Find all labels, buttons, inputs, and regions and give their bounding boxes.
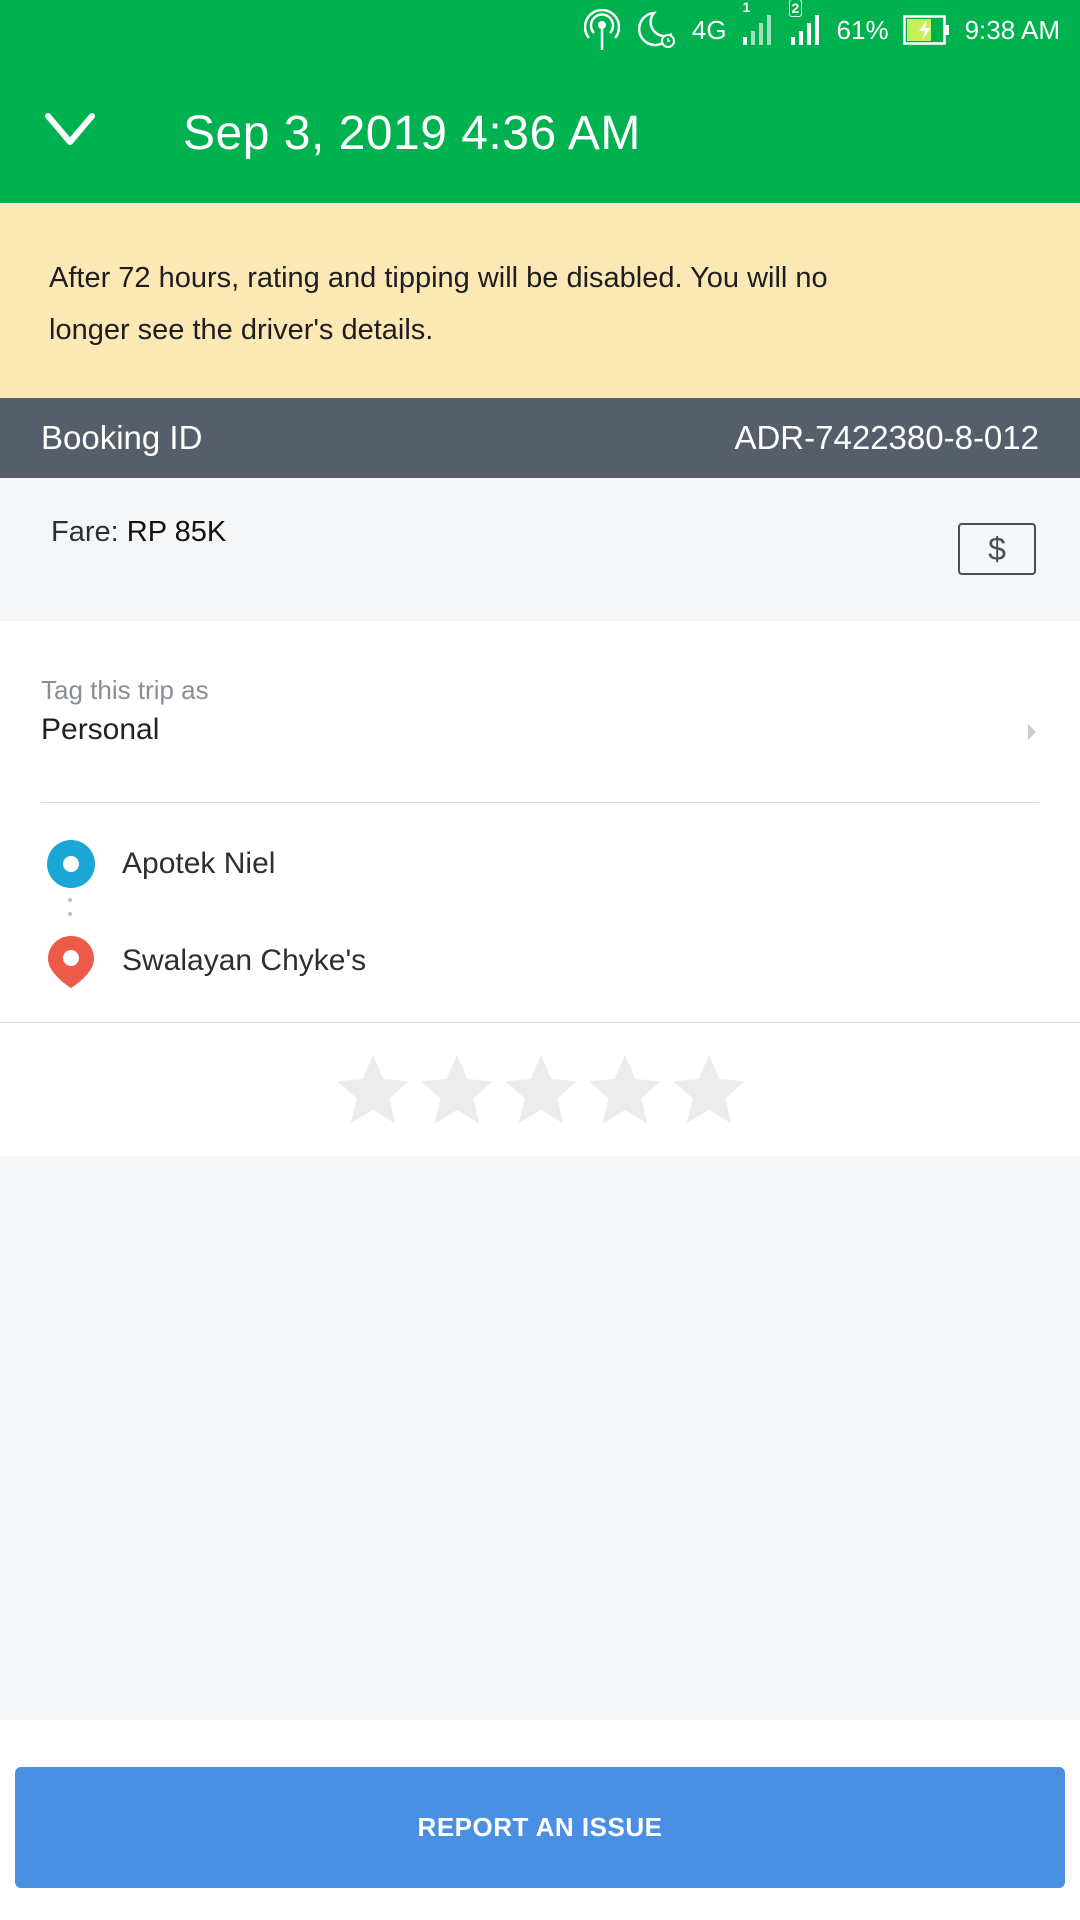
booking-id-value: ADR-7422380-8-012 <box>734 419 1039 456</box>
caret-right-icon <box>1028 724 1036 740</box>
rating-expiry-banner: After 72 hours, rating and tipping will … <box>0 204 1080 398</box>
tag-caption: Tag this trip as <box>41 675 209 705</box>
dropoff-location: Swalayan Chyke's <box>122 944 367 977</box>
dropoff-pin-icon <box>48 936 94 988</box>
chevron-down-icon <box>45 113 95 145</box>
signal-sim1-icon: 1 <box>741 0 775 47</box>
status-bar: 4G 1 2 61% 9:38 AM <box>583 0 1060 51</box>
page-title: Sep 3, 2019 4:36 AM <box>183 107 641 160</box>
pickup-location: Apotek Niel <box>122 847 276 880</box>
fare-section: Fare: RP 85K <box>0 478 1080 621</box>
report-issue-button[interactable]: REPORT AN ISSUE <box>15 1767 1065 1888</box>
clock: 9:38 AM <box>964 14 1060 45</box>
booking-id-bar: Booking ID ADR-7422380-8-012 <box>0 398 1080 478</box>
banner-text: After 72 hours, rating and tipping will … <box>49 262 828 346</box>
fare-amount: RP 85K <box>126 516 227 548</box>
battery-charging-icon <box>902 15 951 45</box>
fare-label: Fare: <box>51 516 119 548</box>
booking-id-label: Booking ID <box>41 419 203 456</box>
divider <box>41 802 1039 803</box>
signal-sim2-icon: 2 <box>788 0 823 47</box>
battery-percent: 61% <box>836 14 889 45</box>
payment-cash-icon: $ <box>958 523 1036 575</box>
star-icon[interactable] <box>333 1050 413 1130</box>
fare-text: Fare: RP 85K <box>51 516 226 549</box>
star-icon[interactable] <box>585 1050 665 1130</box>
star-icon[interactable] <box>669 1050 749 1130</box>
tag-value: Personal <box>41 713 160 746</box>
route-connector <box>68 898 72 926</box>
dnd-alarm-icon <box>634 9 678 51</box>
top-app-bar: 4G 1 2 61% 9:38 AM Sep 3, 2019 4:36 AM <box>0 0 1080 203</box>
collapse-button[interactable] <box>44 110 96 150</box>
hotspot-icon <box>583 9 620 51</box>
star-icon[interactable] <box>501 1050 581 1130</box>
network-4g-icon: 4G <box>691 14 727 45</box>
pickup-icon <box>47 840 95 888</box>
divider <box>0 1022 1080 1023</box>
star-icon[interactable] <box>417 1050 497 1130</box>
rating-stars[interactable] <box>333 1050 749 1130</box>
